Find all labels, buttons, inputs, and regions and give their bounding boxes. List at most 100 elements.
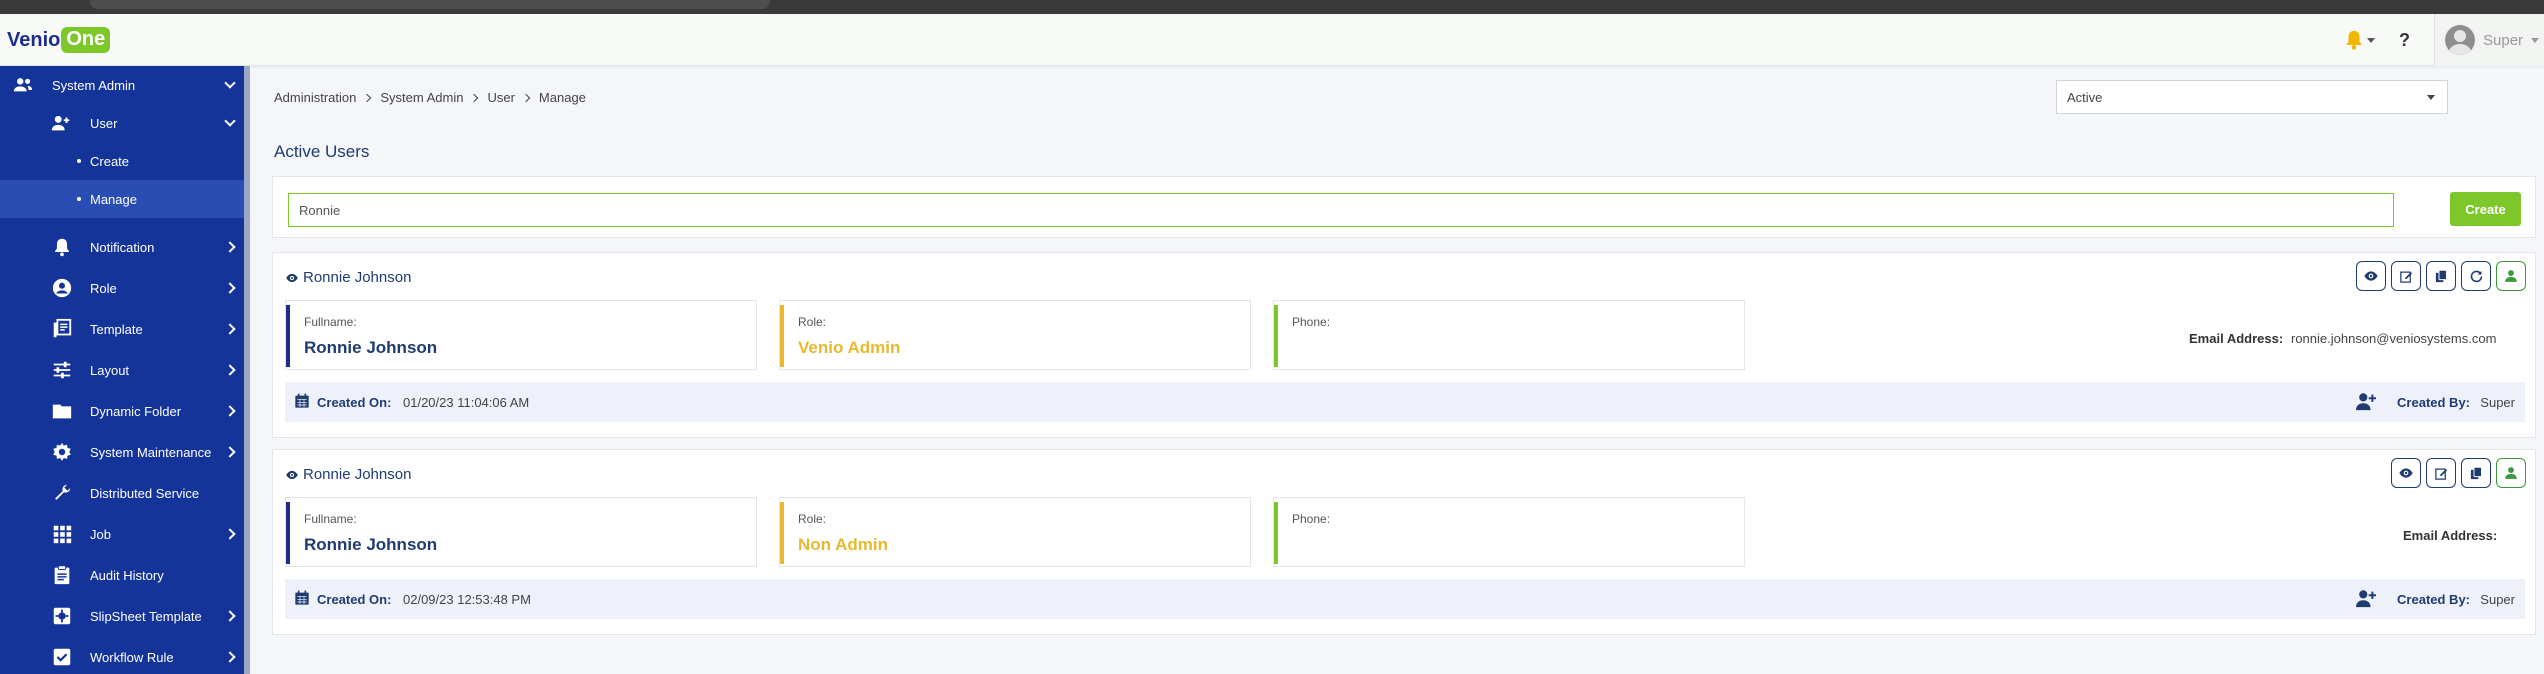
sidebar-item-system-maintenance[interactable]: System Maintenance (0, 433, 244, 471)
user-card: Ronnie Johnson Fullname: Ronnie Johnson … (272, 252, 2536, 438)
role-label: Role: (798, 512, 827, 526)
role-field: Role: Venio Admin (779, 300, 1251, 370)
user-card-title[interactable]: Ronnie Johnson (285, 269, 411, 286)
search-input[interactable] (288, 193, 2394, 227)
address-bar (90, 0, 770, 9)
created-on-value: 01/20/23 11:04:06 AM (403, 395, 530, 410)
chevron-right-icon (224, 364, 236, 376)
eye-icon (286, 470, 298, 479)
breadcrumb-item[interactable]: User (487, 90, 514, 105)
edit-button[interactable] (2426, 458, 2456, 488)
status-filter-select[interactable]: Active (2056, 80, 2448, 114)
sidebar-item-system-admin[interactable]: System Admin (0, 66, 244, 104)
sidebar-item-user[interactable]: User (0, 104, 244, 142)
chevron-right-icon (521, 93, 531, 102)
copy-icon (2435, 269, 2447, 282)
fullname-field: Fullname: Ronnie Johnson (285, 300, 757, 370)
sidebar-item-label: Audit History (90, 567, 164, 583)
user-actions (2386, 458, 2526, 488)
sidebar-item-manage[interactable]: Manage (0, 180, 244, 218)
template-icon (53, 318, 72, 338)
help-button[interactable]: ? (2399, 30, 2410, 51)
sidebar-item-label: Manage (90, 191, 137, 207)
sidebar-item-label: Notification (90, 239, 155, 255)
copy-button[interactable] (2461, 458, 2491, 488)
sidebar-item-dynamic-folder[interactable]: Dynamic Folder (0, 392, 244, 430)
created-info-row: Created On: 02/09/23 12:53:48 PM Created… (285, 579, 2525, 619)
slipsheet-icon (53, 607, 71, 625)
user-card-title[interactable]: Ronnie Johnson (285, 466, 411, 483)
chevron-right-icon (470, 93, 479, 102)
chevron-down-icon (224, 115, 236, 127)
user-status-button[interactable] (2496, 261, 2526, 291)
logo[interactable]: Venio One (7, 26, 111, 54)
sidebar-item-template[interactable]: Template (0, 310, 244, 348)
chevron-right-icon (224, 528, 236, 540)
notification-button[interactable] (2343, 28, 2375, 52)
eye-icon (2364, 271, 2378, 281)
users-icon (13, 78, 33, 92)
copy-button[interactable] (2426, 261, 2456, 291)
email-label: Email Address: (2189, 331, 2284, 346)
sidebar-item-label: Role (90, 280, 117, 296)
created-by-value: Super (2480, 592, 2515, 607)
phone-label: Phone: (1292, 512, 1331, 526)
user-icon (2505, 467, 2517, 479)
chevron-right-icon (224, 282, 236, 294)
edit-button[interactable] (2391, 261, 2421, 291)
role-value: Non Admin (798, 535, 889, 554)
sidebar-item-job[interactable]: Job (0, 515, 244, 553)
bell-icon (2346, 30, 2362, 50)
calendar-icon (295, 393, 309, 408)
sidebar-item-label: Layout (90, 362, 130, 378)
copy-icon (2470, 466, 2482, 479)
sidebar-item-distributed-service[interactable]: Distributed Service (0, 474, 244, 512)
chevron-right-icon (224, 405, 236, 417)
folder-icon (52, 404, 72, 419)
bell-icon (55, 238, 69, 257)
logo-badge: One (61, 27, 111, 53)
sidebar-item-label: Create (90, 153, 130, 169)
sidebar-item-create[interactable]: Create (0, 142, 244, 180)
gear-icon (53, 442, 71, 461)
chevron-down-icon (224, 77, 236, 89)
refresh-icon (2470, 270, 2482, 282)
sidebar-item-layout[interactable]: Layout (0, 351, 244, 389)
sidebar-item-label: System Maintenance (90, 444, 212, 460)
role-label: Role: (798, 315, 827, 329)
created-info-row: Created On: 01/20/23 11:04:06 AM Created… (285, 382, 2525, 422)
sidebar-item-label: Distributed Service (90, 485, 200, 501)
fullname-label: Fullname: (304, 315, 357, 329)
view-button[interactable] (2356, 261, 2386, 291)
sidebar-item-label: Job (90, 526, 111, 542)
user-name: Super (2483, 31, 2524, 49)
sidebar-item-workflow-rule[interactable]: Workflow Rule (0, 638, 244, 674)
account-circle-icon (52, 278, 72, 298)
calendar-icon (295, 590, 309, 605)
user-actions (2351, 261, 2526, 291)
sidebar-item-notification[interactable]: Notification (0, 228, 244, 266)
sidebar-item-label: Workflow Rule (90, 649, 174, 665)
chevron-right-icon (224, 241, 236, 253)
user-menu[interactable]: Super (2434, 14, 2544, 66)
chevron-right-icon (224, 446, 236, 458)
breadcrumb-item[interactable]: Administration (274, 90, 356, 105)
sidebar-item-slipsheet-template[interactable]: SlipSheet Template (0, 597, 244, 635)
sidebar-item-audit-history[interactable]: Audit History (0, 556, 244, 594)
create-button[interactable]: Create (2450, 192, 2521, 226)
view-button[interactable] (2391, 458, 2421, 488)
sidebar-item-label: Template (90, 321, 143, 337)
sidebar-item-label: Dynamic Folder (90, 403, 182, 419)
user-status-button[interactable] (2496, 458, 2526, 488)
avatar (2445, 25, 2475, 55)
user-name-link: Ronnie Johnson (303, 269, 412, 286)
reset-button[interactable] (2461, 261, 2491, 291)
breadcrumb-item[interactable]: System Admin (380, 90, 463, 105)
breadcrumb: Administration System Admin User Manage (274, 90, 586, 105)
user-add-icon (2356, 393, 2376, 411)
phone-field: Phone: (1273, 497, 1745, 567)
chevron-down-icon (2367, 37, 2375, 43)
edit-icon (2399, 271, 2412, 283)
sidebar-item-role[interactable]: Role (0, 269, 244, 307)
main-content: Administration System Admin User Manage … (250, 66, 2544, 674)
